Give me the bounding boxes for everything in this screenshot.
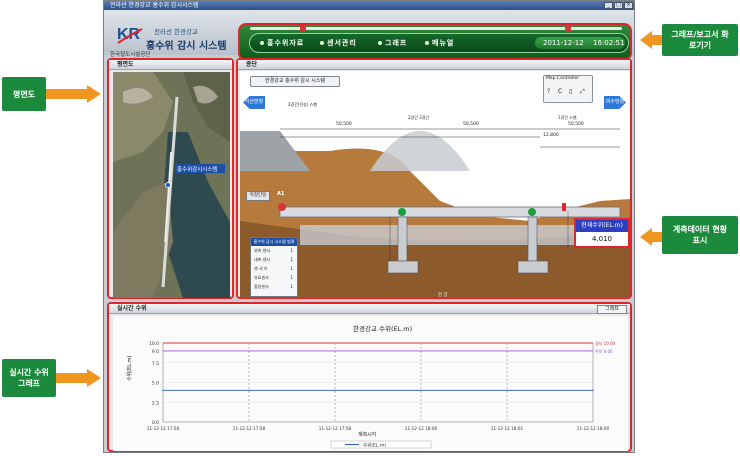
realtime-panel-header: 실시간 수위	[109, 304, 630, 314]
span-label-1: 2경간(전송) 스팬	[288, 102, 318, 107]
callout-graph-report: 그래프/보고서 화로기기	[662, 24, 738, 56]
dim-label-3: 50,500	[568, 122, 584, 127]
legend-row: 중앙센서 1	[254, 284, 293, 289]
dim-label-2: 50,500	[463, 122, 479, 127]
callout-arrow-shaft	[652, 232, 662, 242]
org-name: 한국철도시설공단	[110, 52, 151, 58]
map-controller: Map Controller ? C ▯ ⤢	[543, 75, 593, 103]
kr-logo-icon: KR	[117, 26, 143, 44]
bullet-icon	[378, 41, 382, 45]
chart-y-tick-label: 7.5	[152, 361, 159, 367]
legend-table: 홍수위 감시 시스템 범례 외측 센서 1 내측 센서 1 센 서 이1 유효센서 1…	[250, 237, 298, 297]
chart-x-axis-label: 계측시각	[358, 431, 377, 438]
refresh-icon[interactable]: C	[558, 88, 562, 95]
arrow-left-icon	[640, 31, 652, 49]
arrow-right-icon	[87, 85, 101, 103]
graph-button[interactable]: 그래프	[597, 305, 627, 314]
minimize-button[interactable]: _	[604, 2, 613, 9]
dim-label-1: 50,500	[336, 122, 352, 127]
span-label-3: 1경간 스팬	[558, 115, 577, 120]
nav-sensor-mgmt[interactable]: 센서관리	[320, 38, 357, 48]
chart-title: 한경강교 수위(EL.m)	[353, 324, 412, 333]
chart-point	[248, 389, 250, 391]
water-level-readout: 현재수위(EL.m) 4.010	[574, 218, 630, 248]
chart-x-tick-label: 11-12-12 17:58	[147, 426, 180, 431]
chart-y-tick-label: 2.5	[152, 400, 159, 406]
chart-threshold-label: 주의 9.00	[595, 348, 613, 354]
callout-arrow-shaft	[46, 89, 88, 99]
chart-x-tick-label: 11-12-12 18:00	[577, 426, 610, 431]
callout-measurement-status: 계측데이터 현황표시	[662, 216, 738, 254]
chart-x-tick-label: 11-12-12 18:01	[491, 426, 524, 431]
legend-row: 외측 센서 1	[254, 248, 293, 253]
span-label-2: 2경간 3경간	[408, 115, 430, 120]
datetime-display: 2011-12-12 16:02:51	[535, 37, 625, 49]
plan-panel: 평면도 홍수위감시시스템	[107, 58, 234, 299]
bullet-icon	[425, 41, 429, 45]
callout-arrow-shaft	[652, 35, 662, 45]
realtime-panel: 실시간 수위 그래프 한경강교 수위(EL.m) 수위(EL.m) 계측시각 1…	[107, 302, 632, 452]
close-button[interactable]: ×	[624, 2, 633, 9]
map-controller-title: Map Controller	[546, 76, 580, 81]
left-tag[interactable]: 측정단일	[246, 191, 270, 201]
chart-point	[592, 389, 594, 391]
water-level-label: 현재수위(EL.m)	[576, 220, 628, 232]
bottom-label: 현 장	[438, 293, 448, 298]
app-window: 전라선 한경강교 홍수위 감시시스템 _ □ × KR 한국철도시설공단 전라선…	[103, 0, 635, 453]
window-icon[interactable]: ▯	[569, 88, 572, 95]
callout-realtime-graph: 실시간 수위 그래프	[2, 359, 56, 397]
satellite-map-image[interactable]: 홍수위감시시스템	[113, 72, 230, 298]
callout-arrow-shaft	[56, 373, 88, 383]
chart-x-tick-label: 11-12-12 17:58	[233, 426, 266, 431]
callout-plan-view: 평면도	[2, 77, 46, 111]
help-icon[interactable]: ?	[547, 88, 550, 95]
chart-point	[334, 389, 336, 391]
system-button[interactable]: 한경강교 홍수위 감시 시스템	[250, 76, 340, 87]
nav-marker-red	[300, 26, 306, 31]
chart-point	[506, 389, 508, 391]
dim-label-4: 12,800	[543, 133, 559, 138]
main-nav: 홍수위자료 센서관리 그래프 메뉴얼 2011-12-12 16:02:51	[249, 33, 629, 53]
expand-icon[interactable]: ⤢	[580, 88, 585, 96]
app-subtitle: 전라선 한경강교	[154, 28, 198, 36]
chart-point	[420, 389, 422, 391]
water-level-chart: 한경강교 수위(EL.m) 수위(EL.m) 계측시각 10.0 9.0 7.5 5.…	[113, 316, 628, 451]
chart-x-tick-label: 11-12-12 18:00	[405, 426, 438, 431]
chart-y-tick-label: 9.0	[152, 349, 159, 355]
nav-marker-red-2	[565, 26, 571, 31]
bullet-icon	[320, 41, 324, 45]
date-text: 2011-12-12	[543, 39, 584, 47]
time-text: 16:02:51	[593, 39, 625, 47]
app-title: 홍수위 감시 시스템	[146, 41, 227, 52]
chart-legend-label: 수위(EL.m)	[363, 442, 386, 449]
arrow-right-icon	[87, 369, 101, 387]
window-titlebar: 전라선 한경강교 홍수위 감시시스템	[104, 1, 634, 10]
nav-flood-data[interactable]: 홍수위자료	[260, 38, 304, 48]
maximize-button[interactable]: □	[614, 2, 623, 9]
chart-x-tick-label: 11-12-12 17:58	[319, 426, 352, 431]
legend-row: 센 서 이1	[254, 266, 293, 271]
section-panel: 종단 한경강교 홍수위 감시 시스템 익산방향 여수방향 Map Control…	[236, 58, 632, 299]
chart-threshold-label: 경보 10.00	[595, 340, 616, 346]
chart-y-axis-label: 수위(EL.m)	[126, 355, 133, 381]
app-header: KR 한국철도시설공단 전라선 한경강교 홍수위 감시 시스템 홍수위자료 센서…	[104, 10, 634, 61]
site-label: 홍수위감시시스템	[177, 165, 217, 173]
legend-title: 홍수위 감시 시스템 범례	[251, 238, 297, 246]
window-title: 전라선 한경강교 홍수위 감시시스템	[110, 2, 199, 9]
arrow-left-icon	[640, 228, 652, 246]
legend-row: 내측 센서 1	[254, 257, 293, 262]
section-panel-header: 종단	[238, 60, 630, 70]
chart-point	[162, 389, 164, 391]
sensor-marker-label: A1	[277, 191, 285, 197]
water-level-value: 4.010	[591, 235, 613, 243]
chart-y-tick-label: 5.0	[152, 381, 159, 387]
bullet-icon	[260, 41, 264, 45]
nav-manual[interactable]: 메뉴얼	[425, 38, 454, 48]
plan-panel-header: 평면도	[109, 60, 232, 70]
nav-panel: 홍수위자료 센서관리 그래프 메뉴얼 2011-12-12 16:02:51	[238, 23, 632, 61]
chart-y-tick-label: 10.0	[149, 341, 159, 347]
nav-graph[interactable]: 그래프	[378, 38, 407, 48]
legend-row: 유효센서 1	[254, 275, 293, 280]
